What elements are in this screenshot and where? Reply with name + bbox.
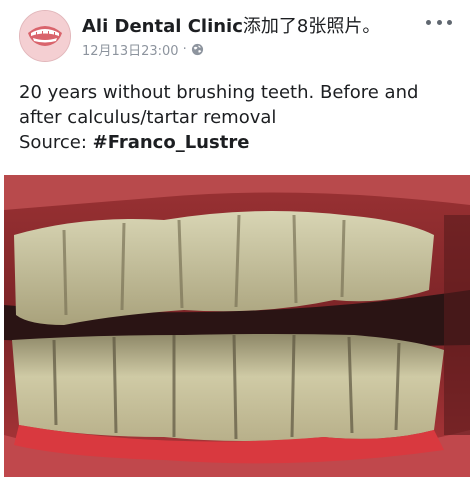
tooth-logo-icon <box>20 11 70 61</box>
page-avatar[interactable] <box>19 10 71 62</box>
post-meta: 12月13日23:00 · <box>82 40 204 59</box>
timestamp-link[interactable]: 12月13日23:00 <box>82 40 179 59</box>
post-photo[interactable] <box>4 175 470 477</box>
more-options-icon[interactable] <box>426 16 452 28</box>
action-text: 添加了8张照片。 <box>242 16 381 37</box>
source-label: Source: <box>19 132 93 153</box>
source-line: Source: #Franco_Lustre <box>19 130 459 155</box>
meta-separator: · <box>182 42 187 57</box>
page-name-link[interactable]: Ali Dental Clinic <box>82 16 243 37</box>
teeth-photo-image <box>4 175 470 477</box>
globe-icon[interactable] <box>191 43 204 56</box>
facebook-post: Ali Dental Clinic添加了8张照片。 12月13日23:00 · … <box>0 0 474 481</box>
more-dot <box>436 19 442 25</box>
hashtag-link[interactable]: #Franco_Lustre <box>93 132 250 153</box>
more-dot <box>426 19 431 25</box>
post-title: Ali Dental Clinic添加了8张照片。 <box>82 12 380 38</box>
post-text-line: after calculus/tartar removal <box>19 107 277 128</box>
post-body: 20 years without brushing teeth. Before … <box>19 80 459 155</box>
post-header: Ali Dental Clinic添加了8张照片。 12月13日23:00 · <box>0 0 474 70</box>
post-text-line: 20 years without brushing teeth. Before … <box>19 82 419 103</box>
more-dot <box>447 19 452 25</box>
